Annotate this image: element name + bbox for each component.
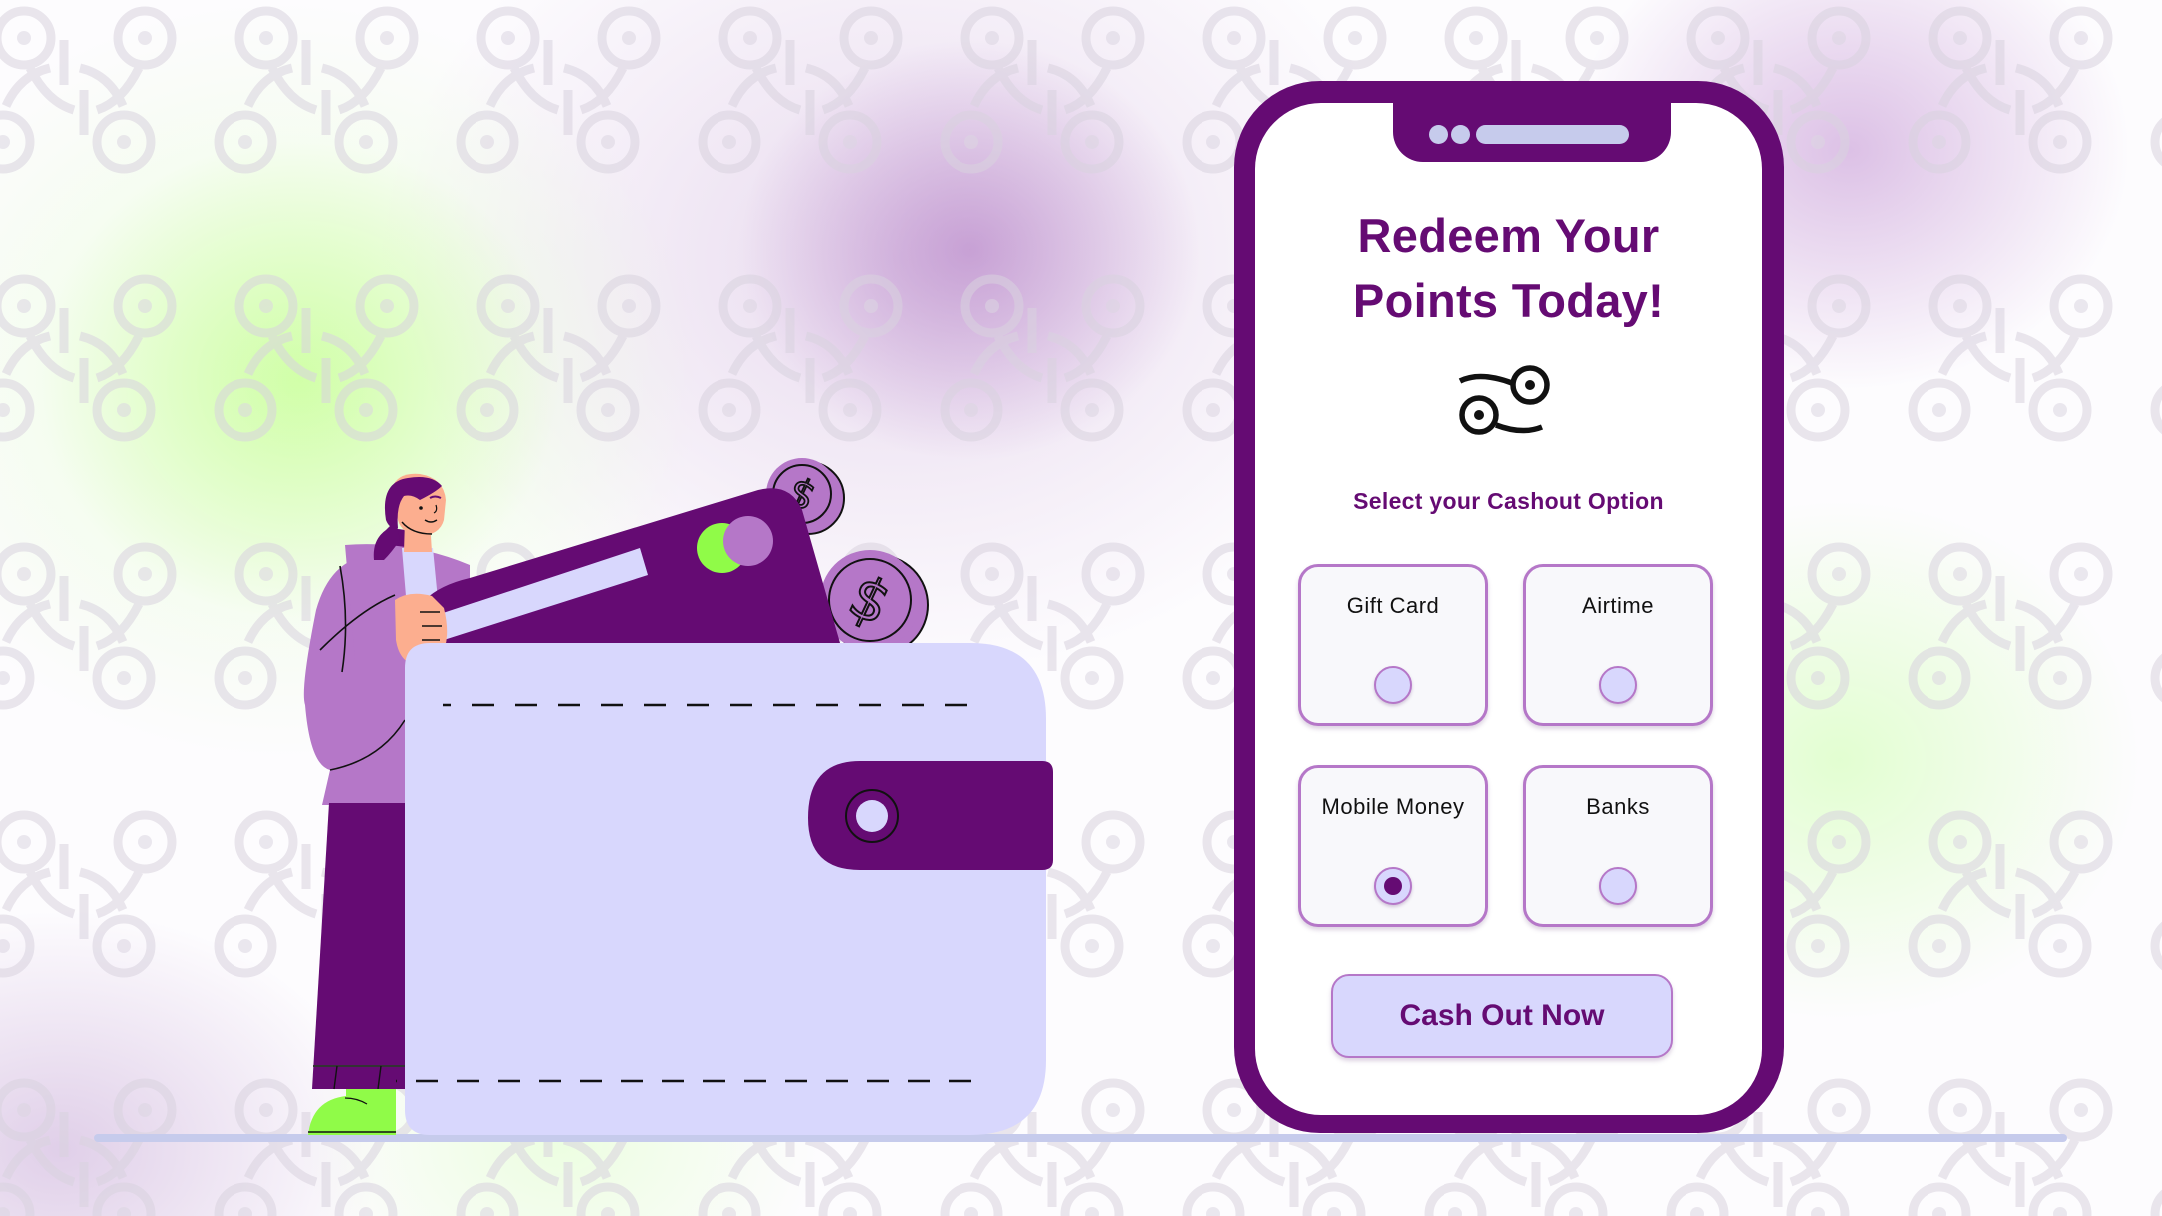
option-airtime[interactable]: Airtime xyxy=(1523,564,1713,726)
option-label: Airtime xyxy=(1582,593,1654,618)
option-banks[interactable]: Banks xyxy=(1523,765,1713,927)
radio-button-selected[interactable] xyxy=(1374,867,1412,905)
sensor-dot xyxy=(1451,125,1470,144)
option-mobile-money[interactable]: Mobile Money xyxy=(1298,765,1488,927)
title-line-1: Redeem Your xyxy=(1357,209,1660,262)
title-line-2: Points Today! xyxy=(1352,274,1665,327)
cash-out-button[interactable]: Cash Out Now xyxy=(1331,974,1673,1058)
phone-mockup: Redeem Your Points Today! Select your Ca… xyxy=(1234,81,1784,1133)
radio-selected-dot xyxy=(1384,877,1402,895)
phone-screen: Redeem Your Points Today! Select your Ca… xyxy=(1255,103,1762,1115)
radio-button[interactable] xyxy=(1374,666,1412,704)
credit-card-icon xyxy=(410,488,842,650)
phone-notch xyxy=(1393,103,1671,162)
page-title: Redeem Your Points Today! xyxy=(1255,203,1762,333)
radio-button[interactable] xyxy=(1599,867,1637,905)
option-label: Banks xyxy=(1586,794,1650,819)
option-label: Gift Card xyxy=(1346,593,1440,618)
wallet-icon xyxy=(396,643,1053,1135)
camera-dot xyxy=(1429,125,1448,144)
option-gift-card[interactable]: Gift Card xyxy=(1298,564,1488,726)
cashout-option-heading: Select your Cashout Option xyxy=(1353,488,1664,514)
brand-logo-icon xyxy=(1458,365,1550,435)
speaker-bar xyxy=(1476,125,1629,144)
wallet-illustration: $ $ xyxy=(303,458,1053,1135)
option-label: Mobile Money xyxy=(1321,794,1465,819)
radio-button[interactable] xyxy=(1599,666,1637,704)
